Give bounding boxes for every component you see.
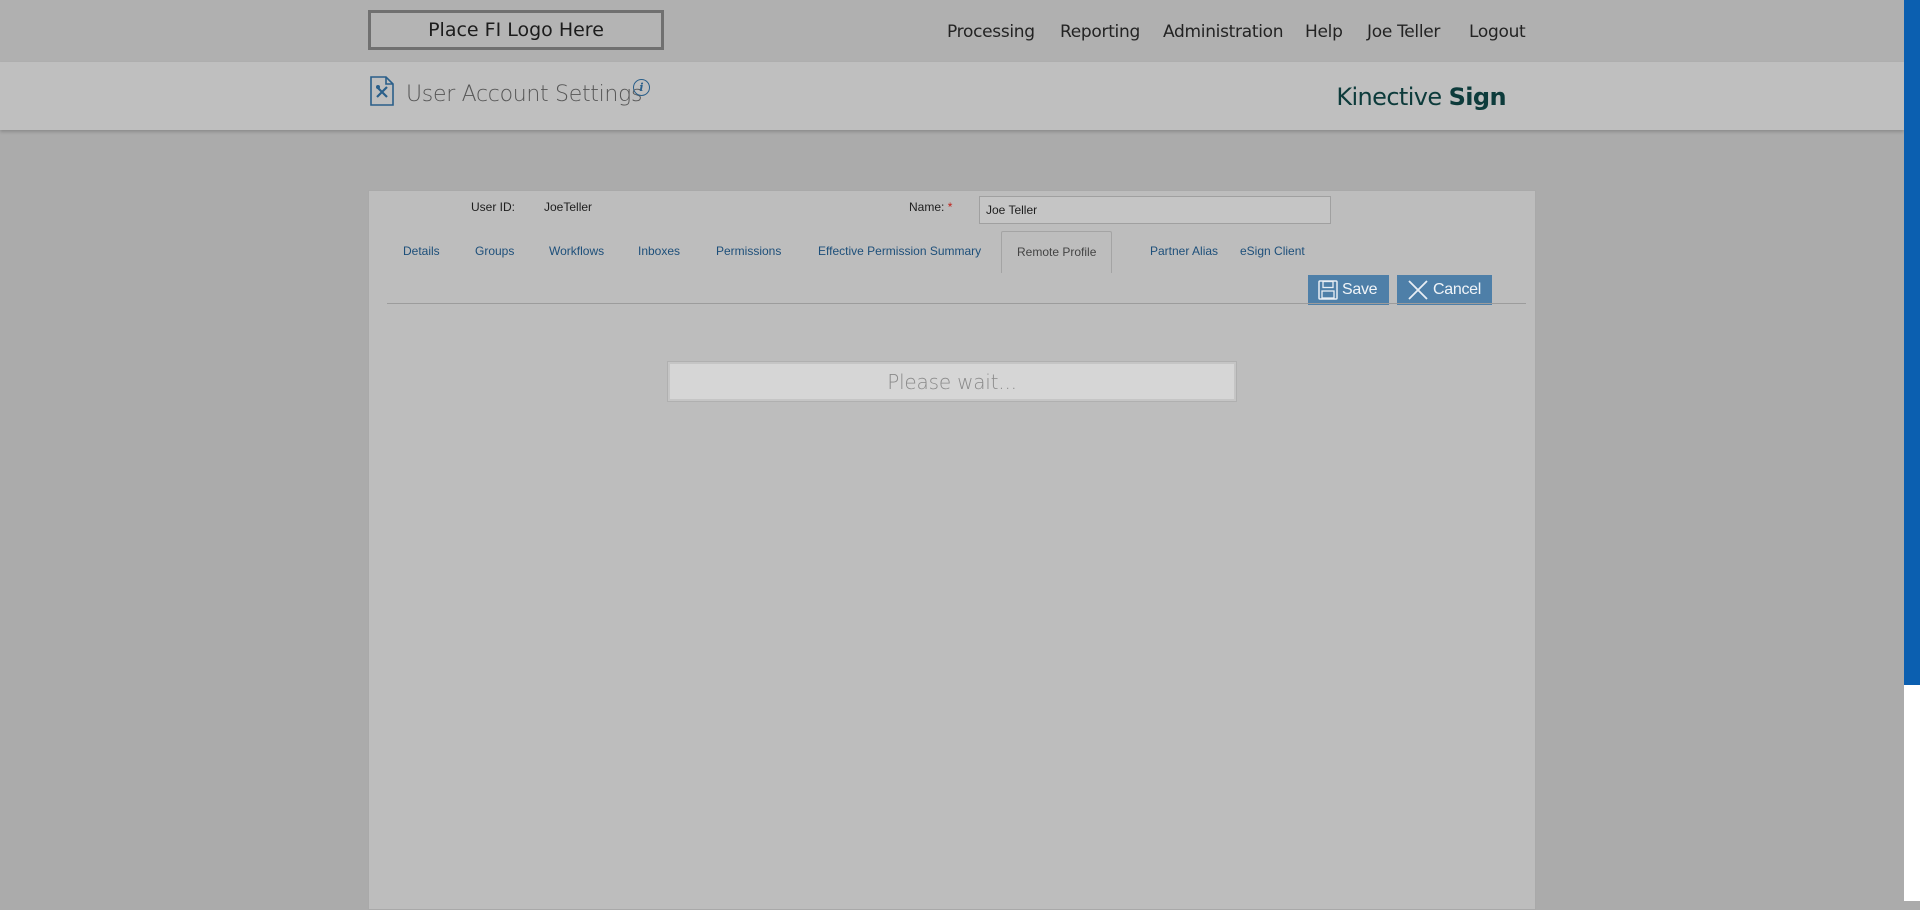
nav-reporting[interactable]: Reporting	[1060, 22, 1140, 42]
tab-groups[interactable]: Groups	[475, 231, 514, 271]
user-id-label: User ID:	[471, 200, 516, 214]
tab-remote-profile[interactable]: Remote Profile	[1001, 231, 1113, 273]
tab-esign-client[interactable]: eSign Client	[1240, 231, 1305, 271]
nav-help[interactable]: Help	[1305, 22, 1343, 42]
save-button-label: Save	[1342, 281, 1378, 298]
nav-logout[interactable]: Logout	[1469, 22, 1526, 42]
cancel-button[interactable]: Cancel	[1397, 275, 1492, 305]
tab-divider	[387, 303, 1526, 304]
scrollbar-thumb[interactable]	[1904, 0, 1920, 685]
tab-bar: Details Groups Workflows Inboxes Permiss…	[387, 231, 1519, 273]
scrollbar-track[interactable]	[1904, 685, 1920, 901]
name-field[interactable]	[979, 196, 1331, 224]
nav-user-joe-teller[interactable]: Joe Teller	[1367, 22, 1440, 42]
save-disk-icon	[1318, 280, 1338, 300]
nav-administration[interactable]: Administration	[1163, 22, 1284, 42]
cancel-button-label: Cancel	[1433, 281, 1482, 298]
loading-indicator: Please wait...	[668, 362, 1236, 401]
user-id-value: JoeTeller	[544, 200, 593, 214]
tab-permissions[interactable]: Permissions	[716, 231, 781, 271]
page-header: User Account Settings i Kinective Sign	[0, 62, 1904, 130]
page-title: User Account Settings	[406, 82, 643, 107]
user-settings-panel: User ID: JoeTeller Name: * Details Group…	[368, 190, 1536, 910]
top-nav-bar: Place FI Logo Here Processing Reporting …	[0, 0, 1904, 62]
required-asterisk: *	[947, 200, 953, 214]
name-label: Name: *	[909, 200, 953, 214]
tab-effective-permission-summary[interactable]: Effective Permission Summary	[818, 231, 981, 271]
main-nav: Processing Reporting Administration Help…	[0, 22, 1904, 46]
tab-details[interactable]: Details	[403, 231, 440, 271]
brand-logo: Kinective Sign	[1336, 83, 1506, 111]
document-settings-icon	[370, 76, 394, 106]
tab-workflows[interactable]: Workflows	[549, 231, 604, 271]
nav-processing[interactable]: Processing	[947, 22, 1035, 42]
tab-partner-alias[interactable]: Partner Alias	[1150, 231, 1218, 271]
tab-inboxes[interactable]: Inboxes	[638, 231, 680, 271]
close-x-icon	[1408, 280, 1428, 300]
save-button[interactable]: Save	[1308, 275, 1389, 305]
info-icon[interactable]: i	[633, 79, 650, 96]
